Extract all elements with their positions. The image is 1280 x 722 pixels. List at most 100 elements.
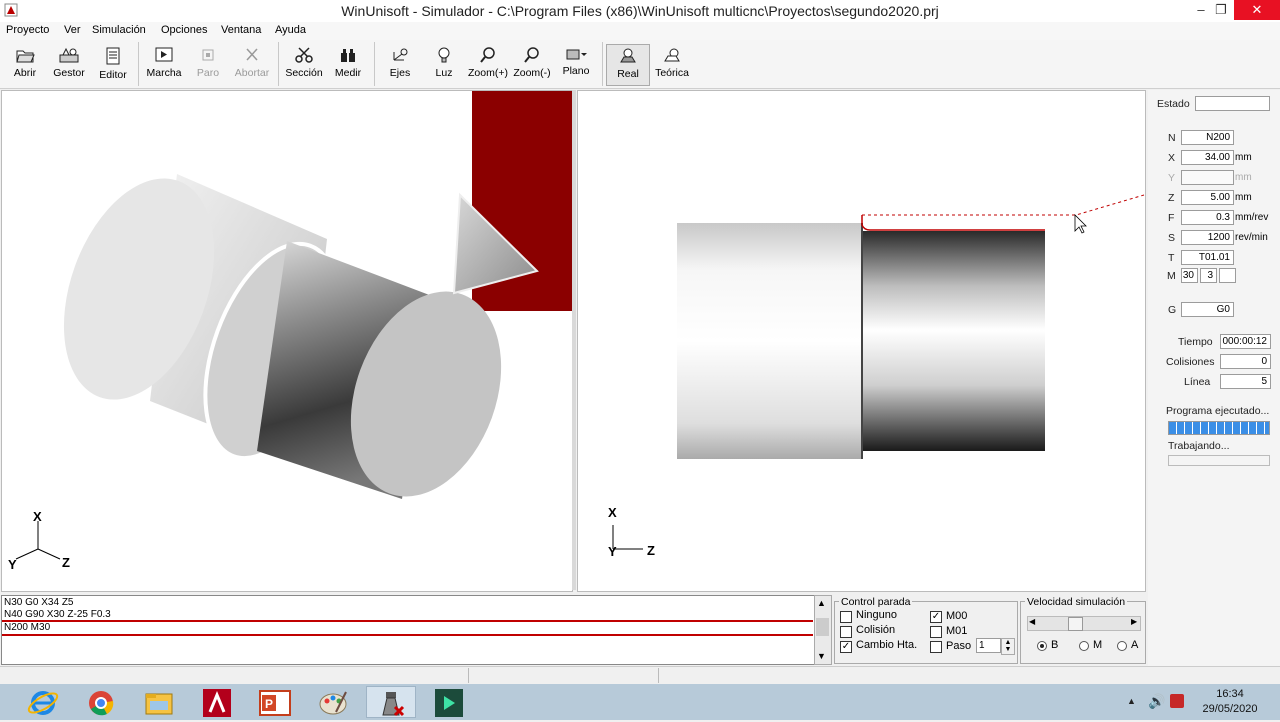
trabajando-progress-bar [1168, 455, 1270, 466]
plane-view-icon [566, 49, 587, 60]
viewport-splitter[interactable] [572, 90, 576, 590]
speed-a-radio[interactable] [1117, 641, 1127, 651]
axis-z-label: Z [62, 555, 70, 570]
editor-icon [106, 47, 120, 65]
t-field: T01.01 [1181, 250, 1234, 265]
x-unit: mm [1235, 152, 1252, 163]
abortar-button[interactable]: Abortar [230, 44, 274, 86]
scroll-up-icon[interactable]: ▲ [817, 598, 826, 608]
gestor-button[interactable]: Gestor [47, 44, 91, 86]
program-listing[interactable]: N30 G0 X34 Z5 N40 G90 X30 Z-25 F0.3 N200… [1, 595, 816, 665]
speed-a-label: A [1131, 639, 1139, 651]
paro-label: Paro [196, 67, 220, 79]
y-label: Y [1168, 172, 1176, 184]
lightbulb-icon [438, 47, 450, 63]
paso-spinner[interactable]: ▲ ▼ [1001, 638, 1015, 655]
seccion-label: Sección [285, 67, 323, 79]
zoom-out-icon [524, 47, 539, 63]
mouse-cursor-icon [1074, 214, 1087, 234]
program-line[interactable]: N40 G90 X30 Z-25 F0.3 [4, 609, 111, 620]
maximize-button[interactable]: ❐ [1206, 0, 1236, 20]
taskbar-chrome[interactable] [76, 686, 126, 718]
editor-button[interactable]: Editor [91, 44, 135, 86]
axis-triad-2d [612, 525, 643, 550]
scroll-down-icon[interactable]: ▼ [817, 651, 826, 661]
menu-proyecto[interactable]: Proyecto [6, 24, 49, 36]
speed-m-radio[interactable] [1079, 641, 1089, 651]
viewport-2d[interactable]: X Y Z [577, 90, 1146, 592]
ninguno-label: Ninguno [856, 609, 897, 621]
taskbar-paint[interactable] [308, 686, 358, 718]
taskbar-file-explorer[interactable] [134, 686, 184, 718]
menu-ayuda[interactable]: Ayuda [275, 24, 306, 36]
z-field: 5.00 [1181, 190, 1234, 205]
tiempo-field: 000:00:12 [1220, 334, 1271, 349]
status-divider [468, 668, 469, 683]
cambio-hta-checkbox[interactable]: ✓ [840, 641, 852, 653]
binoculars-icon [341, 49, 355, 62]
colisiones-field: 0 [1220, 354, 1271, 369]
medir-button[interactable]: Medir [326, 44, 370, 86]
abrir-button[interactable]: Abrir [3, 44, 47, 86]
viewport-3d[interactable]: X Y Z [1, 90, 573, 592]
ninguno-checkbox[interactable] [840, 611, 852, 623]
program-line-current[interactable]: N200 M30 [4, 622, 50, 633]
speed-slider[interactable]: ◀ ▶ [1027, 616, 1141, 631]
ejes-button[interactable]: Ejes [378, 44, 422, 86]
g-label: G [1168, 304, 1177, 316]
paso-input[interactable]: 1 [976, 638, 1001, 653]
tray-app-icon[interactable] [1170, 694, 1184, 708]
f-field: 0.3 [1181, 210, 1234, 225]
m00-checkbox[interactable]: ✓ [930, 611, 942, 623]
program-scrollbar[interactable]: ▲ ▼ [814, 595, 832, 665]
menu-ventana[interactable]: Ventana [221, 24, 261, 36]
abrir-label: Abrir [13, 67, 37, 79]
slider-left-icon[interactable]: ◀ [1029, 617, 1035, 626]
close-button[interactable]: ✕ [1234, 0, 1280, 20]
luz-button[interactable]: Luz [422, 44, 466, 86]
program-line[interactable]: N30 G0 X34 Z5 [4, 597, 73, 608]
x-field: 34.00 [1181, 150, 1234, 165]
axis-z-label: Z [647, 543, 655, 558]
open-folder-icon [16, 50, 35, 63]
zoom-out-button[interactable]: Zoom(-) [510, 44, 554, 86]
seccion-button[interactable]: Sección [282, 44, 326, 86]
paro-button[interactable]: Paro [186, 44, 230, 86]
plano-button[interactable]: Plano [554, 44, 598, 86]
y-field [1181, 170, 1234, 185]
m01-checkbox[interactable] [930, 626, 942, 638]
speed-b-label: B [1051, 639, 1059, 651]
slider-right-icon[interactable]: ▶ [1131, 617, 1137, 626]
colision-checkbox[interactable] [840, 626, 852, 638]
clock-time[interactable]: 16:34 [1200, 688, 1260, 700]
manager-icon [59, 47, 79, 63]
medir-label: Medir [334, 67, 362, 79]
velocidad-group: Velocidad simulación ◀ ▶ B M A [1020, 596, 1146, 664]
menu-ver[interactable]: Ver [64, 24, 81, 36]
taskbar-autocad[interactable] [192, 686, 242, 718]
tray-expand-icon[interactable]: ▲ [1127, 696, 1136, 706]
paso-checkbox[interactable] [930, 641, 942, 653]
taskbar-internet-explorer[interactable] [18, 686, 68, 718]
speed-b-radio[interactable] [1037, 641, 1047, 651]
clock-date[interactable]: 29/05/2020 [1198, 703, 1262, 715]
theoretical-view-icon [664, 48, 680, 62]
m-label: M [1167, 270, 1176, 282]
status-divider [658, 668, 659, 683]
axis-y-label: Y [8, 557, 17, 572]
taskbar-winunisoft[interactable] [366, 686, 416, 718]
taskbar-filmora[interactable] [424, 686, 474, 718]
real-button[interactable]: Real [606, 44, 650, 86]
status-panel: Estado N N200 X 34.00 mm Y mm Z 5.00 mm … [1148, 90, 1280, 682]
menu-simulacion[interactable]: Simulación [92, 24, 146, 36]
m01-label: M01 [946, 625, 968, 637]
scroll-thumb[interactable] [816, 618, 829, 636]
volume-icon[interactable]: 🔊 [1148, 693, 1165, 710]
slider-thumb[interactable] [1068, 617, 1083, 631]
menu-opciones[interactable]: Opciones [161, 24, 207, 36]
teorica-button[interactable]: Teórica [650, 44, 694, 86]
taskbar-powerpoint[interactable]: P [250, 686, 300, 718]
zoom-in-button[interactable]: Zoom(+) [466, 44, 510, 86]
taskbar: P ▲ 🔊 16:34 29/05/2020 [0, 684, 1280, 720]
marcha-button[interactable]: Marcha [142, 44, 186, 86]
